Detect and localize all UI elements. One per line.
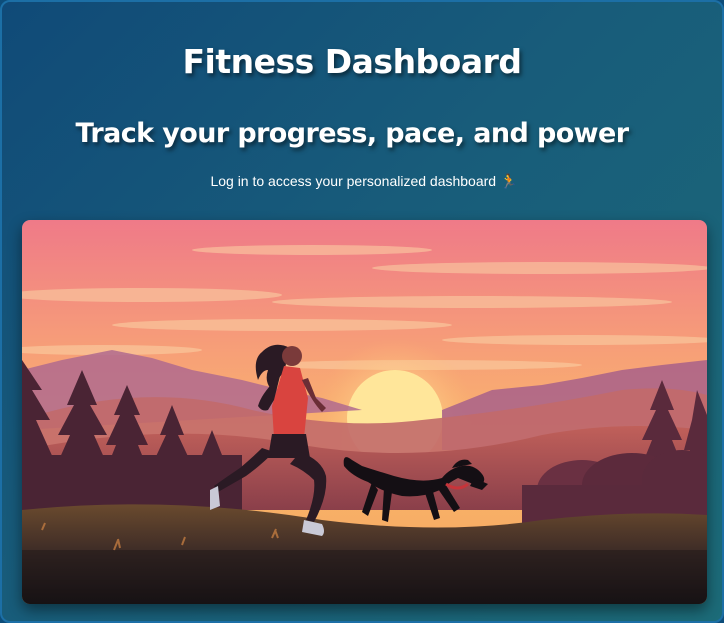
runner-icon: 🏃 <box>500 174 518 190</box>
page-subtitle: Track your progress, pace, and power <box>75 118 630 149</box>
login-tagline: Log in to access your personalized dashb… <box>2 173 722 190</box>
login-card: Fitness Dashboard Track your progress, p… <box>0 0 724 623</box>
hero-image <box>22 220 707 604</box>
tagline-text: Log in to access your personalized dashb… <box>210 173 497 189</box>
page-title: Fitness Dashboard <box>182 42 522 81</box>
runner-with-dog-illustration <box>22 220 707 604</box>
